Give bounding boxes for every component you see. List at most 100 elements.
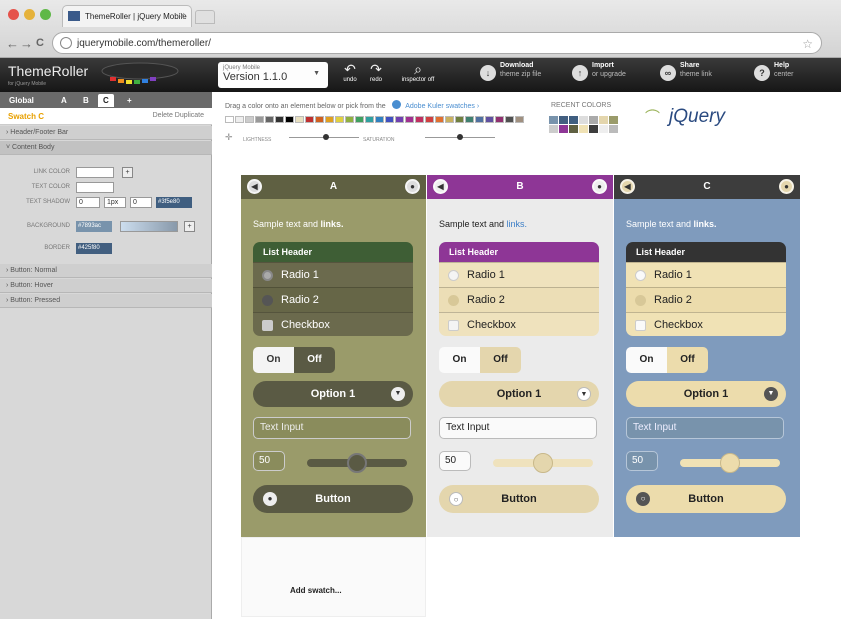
- slider-thumb[interactable]: [720, 453, 740, 473]
- number-input[interactable]: 50: [253, 451, 285, 471]
- toggle-on[interactable]: On: [439, 347, 480, 373]
- palette-color-chip[interactable]: [255, 116, 264, 123]
- palette-color-chip[interactable]: [485, 116, 494, 123]
- new-tab-button[interactable]: [195, 10, 215, 24]
- shadow-x-input[interactable]: 0: [76, 197, 100, 208]
- tab-global[interactable]: Global: [4, 94, 39, 107]
- palette-color-chip[interactable]: [495, 116, 504, 123]
- background-color-input[interactable]: #7893ac: [76, 221, 112, 232]
- list-item[interactable]: Radio 2: [253, 287, 413, 312]
- select-menu[interactable]: Option 1 ▼: [626, 381, 786, 407]
- list-item[interactable]: Checkbox: [626, 312, 786, 336]
- swatch-panel-b[interactable]: ◀ B ● Sample text and links. List Header…: [427, 175, 613, 537]
- gear-icon[interactable]: ●: [405, 179, 420, 194]
- recent-color-chip[interactable]: [569, 116, 578, 124]
- toggle-switch[interactable]: On Off: [626, 347, 708, 373]
- palette-color-chip[interactable]: [405, 116, 414, 123]
- color-picker-icon[interactable]: +: [122, 167, 133, 178]
- version-select[interactable]: jQuery Mobile Version 1.1.0 ▼: [218, 62, 328, 88]
- tab-add[interactable]: +: [122, 94, 137, 107]
- gear-icon[interactable]: ●: [592, 179, 607, 194]
- swatch-panel-c[interactable]: ◀ C ● Sample text and links. List Header…: [614, 175, 800, 537]
- list-item[interactable]: Radio 2: [626, 287, 786, 312]
- slider-thumb[interactable]: [347, 453, 367, 473]
- back-icon[interactable]: ←: [6, 36, 19, 51]
- back-icon[interactable]: ◀: [247, 179, 262, 194]
- palette-color-chip[interactable]: [315, 116, 324, 123]
- shadow-blur-input[interactable]: 0: [130, 197, 152, 208]
- section-header-footer[interactable]: › Header/Footer Bar: [0, 126, 212, 140]
- toggle-off[interactable]: Off: [294, 347, 335, 373]
- zoom-window-icon[interactable]: [40, 9, 51, 20]
- adobe-kuler-link[interactable]: Adobe Kuler swatches ›: [405, 103, 479, 110]
- palette-color-chip[interactable]: [225, 116, 234, 123]
- list-item[interactable]: Radio 1: [253, 262, 413, 287]
- palette-color-chip[interactable]: [395, 116, 404, 123]
- recent-color-chip[interactable]: [599, 125, 608, 133]
- recent-color-chip[interactable]: [559, 125, 568, 133]
- add-swatch-panel[interactable]: Add swatch...: [241, 537, 426, 617]
- palette-color-chip[interactable]: [275, 116, 284, 123]
- palette-color-chip[interactable]: [305, 116, 314, 123]
- select-menu[interactable]: Option 1 ▼: [439, 381, 599, 407]
- address-bar[interactable]: jquerymobile.com/themeroller/ ☆: [52, 32, 822, 54]
- section-button-normal[interactable]: › Button: Normal: [0, 264, 212, 278]
- toggle-switch[interactable]: On Off: [253, 347, 335, 373]
- list-item[interactable]: Radio 1: [439, 262, 599, 287]
- undo-button[interactable]: ↶ undo: [338, 61, 362, 89]
- number-input[interactable]: 50: [626, 451, 658, 471]
- palette-color-chip[interactable]: [335, 116, 344, 123]
- gear-icon[interactable]: ●: [779, 179, 794, 194]
- palette-color-chip[interactable]: [265, 116, 274, 123]
- select-menu[interactable]: Option 1 ▼: [253, 381, 413, 407]
- color-picker-icon[interactable]: +: [184, 221, 195, 232]
- palette-color-chip[interactable]: [425, 116, 434, 123]
- color-palette[interactable]: [225, 116, 525, 124]
- download-button[interactable]: ↓ Download theme zip file: [478, 61, 558, 89]
- palette-color-chip[interactable]: [385, 116, 394, 123]
- bookmark-star-icon[interactable]: ☆: [802, 37, 813, 51]
- slider-thumb[interactable]: [533, 453, 553, 473]
- lightness-knob[interactable]: [323, 134, 329, 140]
- tab-a[interactable]: A: [56, 94, 72, 107]
- palette-color-chip[interactable]: [415, 116, 424, 123]
- palette-color-chip[interactable]: [355, 116, 364, 123]
- section-content-body[interactable]: ˅ Content Body: [0, 141, 212, 155]
- reload-icon[interactable]: C: [36, 37, 44, 49]
- recent-color-chip[interactable]: [609, 116, 618, 124]
- palette-color-chip[interactable]: [455, 116, 464, 123]
- recent-color-chip[interactable]: [569, 125, 578, 133]
- toggle-off[interactable]: Off: [667, 347, 708, 373]
- palette-color-chip[interactable]: [445, 116, 454, 123]
- minimize-window-icon[interactable]: [24, 9, 35, 20]
- text-color-input[interactable]: [76, 182, 114, 193]
- list-item[interactable]: Checkbox: [253, 312, 413, 336]
- link-color-input[interactable]: [76, 167, 114, 178]
- palette-color-chip[interactable]: [295, 116, 304, 123]
- swatch-panel-a[interactable]: ◀ A ● Sample text and links. List Header…: [241, 175, 426, 537]
- palette-color-chip[interactable]: [325, 116, 334, 123]
- back-icon[interactable]: ◀: [620, 179, 635, 194]
- redo-button[interactable]: ↷ redo: [364, 61, 388, 89]
- close-window-icon[interactable]: [8, 9, 19, 20]
- sample-link[interactable]: links.: [321, 219, 344, 229]
- section-button-hover[interactable]: › Button: Hover: [0, 279, 212, 293]
- palette-color-chip[interactable]: [375, 116, 384, 123]
- browser-tab[interactable]: ThemeRoller | jQuery Mobile ×: [62, 5, 192, 27]
- text-input[interactable]: Text Input: [253, 417, 411, 439]
- button[interactable]: ○ Button: [626, 485, 786, 513]
- recent-color-chip[interactable]: [589, 116, 598, 124]
- palette-color-chip[interactable]: [435, 116, 444, 123]
- list-item[interactable]: Radio 2: [439, 287, 599, 312]
- palette-color-chip[interactable]: [475, 116, 484, 123]
- tab-close-icon[interactable]: ×: [180, 10, 185, 20]
- toggle-on[interactable]: On: [626, 347, 667, 373]
- palette-color-chip[interactable]: [365, 116, 374, 123]
- back-icon[interactable]: ◀: [433, 179, 448, 194]
- button[interactable]: ○ Button: [439, 485, 599, 513]
- swatch-actions[interactable]: Delete Duplicate: [153, 112, 204, 119]
- sample-link[interactable]: links.: [694, 219, 717, 229]
- shadow-y-input[interactable]: 1px: [104, 197, 126, 208]
- palette-color-chip[interactable]: [245, 116, 254, 123]
- border-color-input[interactable]: #425f80: [76, 243, 112, 254]
